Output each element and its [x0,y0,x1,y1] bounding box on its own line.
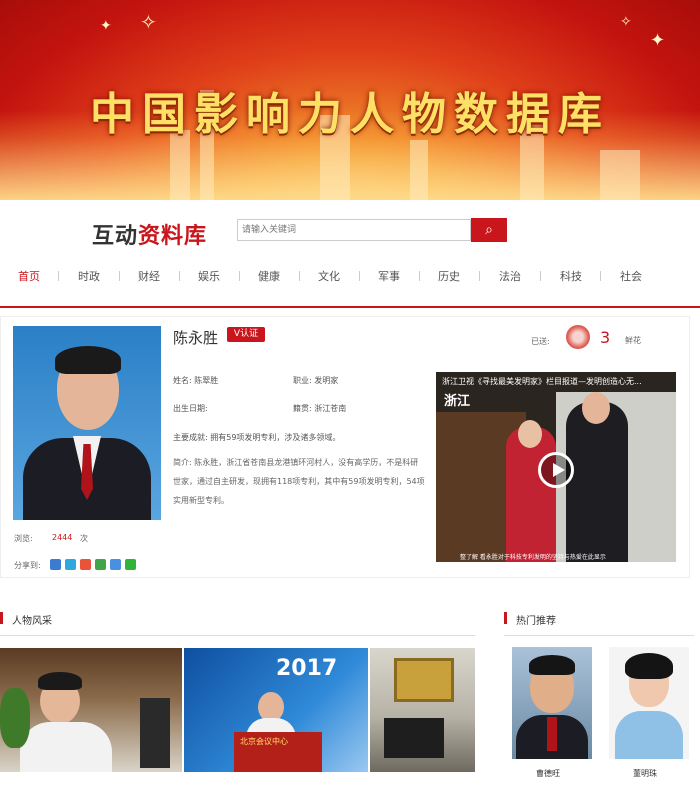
video-scene-face [518,420,542,448]
nav-separator [419,271,420,281]
nav-item-politics[interactable]: 时政 [78,268,100,284]
share-weibo-icon[interactable] [80,559,91,570]
site-logo[interactable]: 互动资料库 [92,218,207,250]
section-divider [0,635,475,636]
share-wechat-icon[interactable] [125,559,136,570]
flower-count: 3 [600,328,611,347]
section-marker [504,612,507,624]
banner-title: 中国影响力人物数据库 [90,89,610,140]
nav-item-entertainment[interactable]: 娱乐 [198,268,220,284]
info-hometown: 籍贯: 浙江苍南 [293,404,347,413]
hot-person-photo[interactable] [512,647,592,759]
photo-jacket [615,711,683,759]
nav-separator [58,271,59,281]
nav-separator [479,271,480,281]
search-icon: ⌕ [485,222,493,238]
photo-tie [547,717,557,751]
tv-channel-logo: 浙江 [444,394,471,409]
nav-item-technology[interactable]: 科技 [560,268,582,284]
video-subtitle: 整了解 看永胜对于科技专利发明的坚持与热爱在此显示 [460,554,606,561]
photo-monitor [140,698,170,768]
info-occupation: 职业: 发明家 [293,376,339,385]
gallery-photo-conference[interactable]: 2017 北京会议中心 [184,648,368,772]
play-icon[interactable] [538,452,574,488]
section-divider [504,635,694,636]
profile-name: 陈永胜 [173,329,219,347]
flowers-sent-label: 已送: [531,337,550,346]
nav-item-home[interactable]: 首页 [18,268,40,284]
hot-person-name[interactable]: 曹德旺 [536,768,560,779]
search-button[interactable]: ⌕ [471,218,507,242]
nav-separator [119,271,120,281]
nav-separator [600,271,601,281]
sparkle-icon: ✧ [620,14,632,30]
photo-monitor [384,718,444,758]
photo-shirt [20,722,112,772]
nav-item-military[interactable]: 军事 [378,268,400,284]
views-label: 浏览: [14,534,33,543]
photo-hair [38,672,82,690]
skyline-building [410,140,428,200]
share-renren-icon[interactable] [110,559,121,570]
logo-text-dark: 互动 [92,224,139,249]
header-banner: ✦ ✧ ✦ ✧ 中国影响力人物数据库 [0,0,700,200]
share-douban-icon[interactable] [95,559,106,570]
info-name: 姓名: 陈翠胜 [173,376,219,385]
info-birth: 出生日期: [173,404,208,413]
gallery-photo-office[interactable] [0,648,182,772]
video-scene-person [566,402,628,562]
views-count: 2444 [52,533,73,542]
share-tencent-icon[interactable] [65,559,76,570]
section-title-gallery: 人物风采 [12,616,52,627]
photo-painting [394,658,454,702]
sparkle-icon: ✦ [650,30,666,51]
photo-hair [55,346,121,374]
profile-intro: 简介: 陈永胜，浙江省苍南县龙港镇环河村人，没有高学历，不是科研世家，通过自主研… [173,458,425,505]
section-title-hot: 热门推荐 [516,616,556,627]
nav-item-finance[interactable]: 财经 [138,268,160,284]
logo-text-red: 资料库 [138,224,208,249]
section-marker [0,612,3,624]
video-caption: 浙江卫视《寻找最美发明家》栏目报道—发明创造心无... [442,377,642,386]
nav-item-law[interactable]: 法治 [499,268,521,284]
share-qzone-icon[interactable] [50,559,61,570]
photo-hair [529,655,575,675]
hot-person-photo[interactable] [609,647,689,759]
flower-icon[interactable] [566,325,590,349]
nav-separator [299,271,300,281]
nav-separator [239,271,240,281]
sparkle-icon: ✦ [100,18,112,34]
nav-separator [359,271,360,281]
sparkle-icon: ✧ [140,10,157,34]
share-label: 分享到: [14,561,41,570]
nav-separator [179,271,180,281]
hot-person-name[interactable]: 董明珠 [633,768,657,779]
nav-divider [0,306,700,308]
skyline-building [600,150,640,200]
profile-photo [13,326,161,520]
photo-hair [625,653,673,679]
nav-item-history[interactable]: 历史 [438,268,460,284]
info-achievements: 主要成就: 拥有59项发明专利，涉及诸多领域。 [173,433,341,442]
nav-item-society[interactable]: 社会 [620,268,642,284]
gallery-photo-room[interactable] [370,648,475,772]
video-player[interactable]: 浙江卫视《寻找最美发明家》栏目报道—发明创造心无... 浙江 整了解 看永胜对于… [436,372,676,562]
podium-text: 北京会议中心 [240,737,288,746]
views-unit: 次 [80,534,88,543]
verified-badge: V认证 [227,327,265,342]
photo-plant [0,688,30,748]
nav-item-culture[interactable]: 文化 [318,268,340,284]
flower-label: 鲜花 [625,336,641,345]
conference-year: 2017 [276,656,338,681]
video-scene-face [582,392,610,424]
nav-item-health[interactable]: 健康 [258,268,280,284]
nav-separator [540,271,541,281]
search-input[interactable] [237,219,471,241]
main-nav [0,262,700,290]
